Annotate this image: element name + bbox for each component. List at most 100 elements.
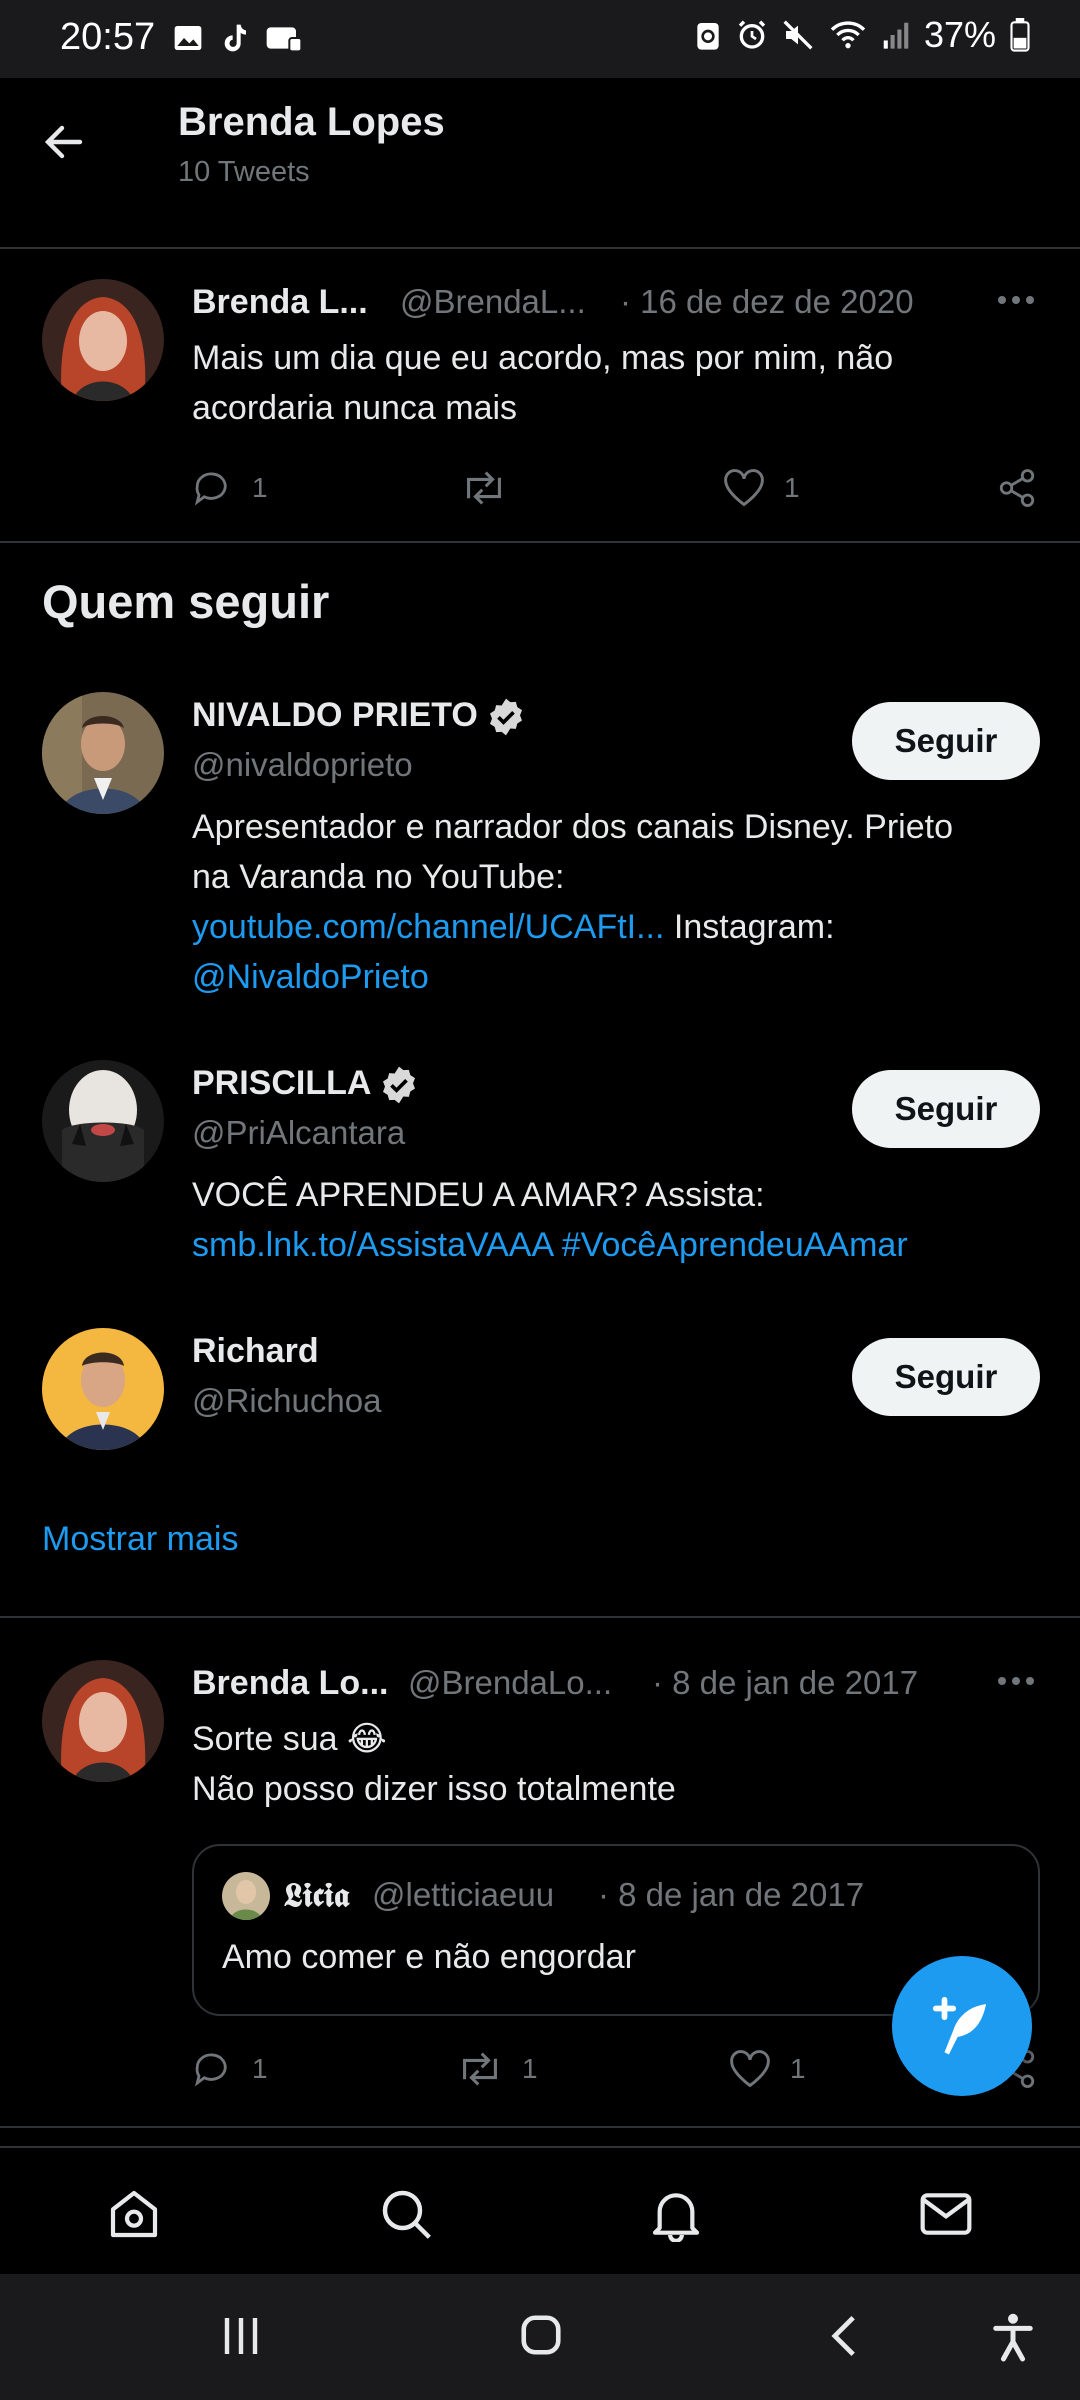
follow-button[interactable]: Seguir [852,1338,1040,1416]
tweet-date[interactable]: · 8 de jan de 2017 [652,1664,918,1702]
home-system-icon [521,2315,561,2355]
account-name[interactable]: PRISCILLA [192,1064,419,1105]
bottom-navigation [0,2146,1080,2274]
notification-icons [172,22,304,54]
heart-icon [724,469,764,507]
show-more-link[interactable]: Mostrar mais [42,1520,238,1559]
compose-tweet-button[interactable] [892,1956,1032,2096]
home-system-button[interactable] [518,2312,564,2358]
bio-link[interactable]: youtube.com/channel/UCAFtI... [192,908,664,946]
tweet-author-handle[interactable]: @BrendaLo... [408,1664,612,1702]
account-name-text: NIVALDO PRIETO [192,696,478,734]
chevron-left-icon [831,2315,855,2357]
nav-messages[interactable] [918,2186,974,2242]
tweet-date[interactable]: · 16 de dez de 2020 [620,283,914,321]
back-system-button[interactable] [826,2314,862,2358]
account-handle[interactable]: @PriAlcantara [192,1114,405,1152]
quoted-date: · 8 de jan de 2017 [598,1876,865,1913]
nav-search[interactable] [378,2186,434,2242]
divider [0,2126,1080,2128]
reply-button[interactable]: 1 [192,467,268,509]
tweet-text-line: acordaria nunca mais [192,389,518,427]
avatar[interactable] [42,1660,164,1782]
share-button[interactable] [996,467,1038,509]
retweet-count: 1 [522,2053,538,2084]
compose-feather-icon [932,1996,987,2055]
reply-button[interactable]: 1 [192,2048,268,2090]
recent-apps-button[interactable] [220,2314,262,2358]
status-time: 20:57 [60,16,156,58]
system-navigation-bar [0,2274,1080,2400]
tiktok-icon [224,24,246,52]
search-icon [382,2190,431,2239]
like-count: 1 [790,2053,806,2084]
avatar[interactable] [42,692,164,814]
signal-icon [883,22,909,49]
like-button[interactable]: 1 [722,467,800,509]
nav-home[interactable] [106,2186,162,2242]
tweet-text: Sorte sua 😂 Não posso dizer isso totalme… [192,1714,676,1814]
back-arrow-icon [44,125,83,159]
battery-percent: 37% [923,14,996,55]
bio-link[interactable]: smb.lnk.to/AssistaVAAA [192,1226,552,1264]
tweet-count: 10 Tweets [178,156,310,188]
account-bio: Apresentador e narrador dos canais Disne… [192,802,1052,1002]
follow-button[interactable]: Seguir [852,702,1040,780]
system-status: 37% [694,14,1030,56]
account-bio: VOCÊ APRENDEU A AMAR? Assista: smb.lnk.t… [192,1170,1062,1270]
follow-suggestion[interactable]: NIVALDO PRIETO @nivaldoprieto Seguir Apr… [0,680,1080,1020]
account-name[interactable]: NIVALDO PRIETO [192,696,526,737]
bio-line: VOCÊ APRENDEU A AMAR? Assista: [192,1176,765,1214]
quoted-author-handle: @letticiaeuu [372,1876,555,1913]
nav-notifications[interactable] [648,2186,704,2242]
accessibility-button[interactable] [990,2310,1036,2362]
bio-line: na Varanda no YouTube: [192,858,565,896]
bio-line: Apresentador e narrador dos canais Disne… [192,808,953,846]
like-button[interactable]: 1 [728,2048,806,2090]
account-handle[interactable]: @nivaldoprieto [192,746,413,784]
avatar[interactable] [42,1328,164,1450]
home-icon [110,2190,158,2238]
tweet-author-handle[interactable]: @BrendaL... [400,283,586,321]
retweet-button[interactable] [460,467,526,509]
account-name[interactable]: Richard [192,1332,319,1371]
avatar[interactable] [42,279,164,401]
bio-mention[interactable]: @NivaldoPrieto [192,958,429,996]
gallery-icon [174,26,202,50]
heart-icon [730,2050,770,2088]
mute-icon [783,20,813,50]
more-icon [998,1677,1034,1685]
more-options-button[interactable] [996,1674,1036,1688]
account-handle[interactable]: @Richuchoa [192,1382,381,1420]
quoted-text: Amo comer e não engordar [222,1938,636,1976]
avatar[interactable] [42,1060,164,1182]
bio-text: Instagram: [664,908,835,946]
tweet-text-line: Não posso dizer isso totalmente [192,1770,676,1808]
status-bar: 20:57 37% [0,0,1080,78]
verified-badge-icon [383,1066,416,1104]
like-count: 1 [784,472,800,503]
more-options-button[interactable] [996,293,1036,307]
more-icon [998,296,1034,304]
sync-icon [697,23,719,50]
mail-icon [920,2193,972,2235]
share-icon [999,469,1035,507]
bio-hashtag[interactable]: #VocêAprendeuAAmar [552,1226,908,1264]
retweet-button[interactable]: 1 [456,2048,538,2090]
follow-suggestion[interactable]: PRISCILLA @PriAlcantara Seguir VOCÊ APRE… [0,1048,1080,1288]
alarm-icon [738,20,766,49]
tweet-text: Mais um dia que eu acordo, mas por mim, … [192,333,893,433]
wifi-icon [830,21,866,49]
battery-icon [1010,18,1030,52]
reply-icon [194,2053,227,2087]
profile-header [0,78,1080,248]
verified-badge-icon [489,698,522,736]
back-button[interactable] [40,118,88,166]
account-name-text: PRISCILLA [192,1064,372,1102]
page-title: Brenda Lopes [178,100,445,144]
follow-button[interactable]: Seguir [852,1070,1040,1148]
tweet-author-name[interactable]: Brenda L... [192,283,368,322]
follow-suggestion[interactable]: Richard @Richuchoa Seguir [0,1316,1080,1456]
tweet[interactable]: Brenda L... @BrendaL... · 16 de dez de 2… [0,249,1080,541]
tweet-author-name[interactable]: Brenda Lo... [192,1664,388,1703]
